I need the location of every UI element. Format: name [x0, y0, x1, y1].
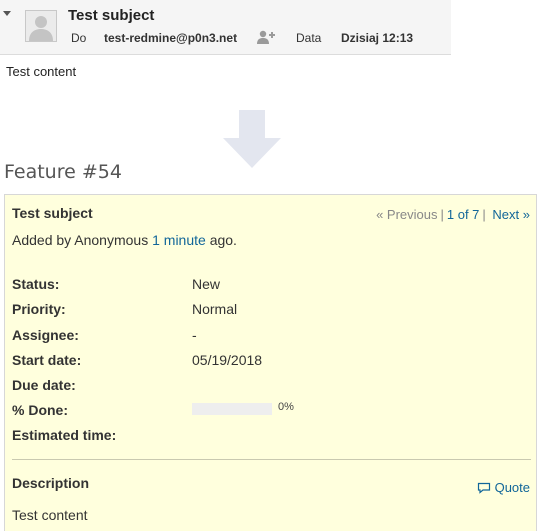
- to-label: Do: [71, 31, 87, 45]
- status-label: Status:: [12, 276, 60, 292]
- author-prefix: Added by Anonymous: [12, 232, 153, 248]
- issue-details: Test subject « Previous | 1 of 7 | Next » A…: [4, 194, 537, 531]
- caret-down-icon[interactable]: [3, 11, 11, 16]
- date-label: Data: [296, 31, 322, 45]
- start-date-label: Start date:: [12, 352, 82, 368]
- assignee-value: -: [192, 327, 197, 343]
- email-subject: Test subject: [68, 7, 155, 24]
- avatar: [25, 10, 57, 42]
- previous-link[interactable]: « Previous: [376, 207, 437, 222]
- start-date-value: 05/19/2018: [192, 352, 263, 368]
- next-link[interactable]: Next »: [492, 207, 530, 222]
- issue-subject: Test subject: [12, 205, 93, 221]
- email-body: Test content: [6, 64, 77, 79]
- author-line: Added by Anonymous 1 minute ago.: [12, 232, 237, 248]
- issue-title: Feature #54: [4, 161, 122, 183]
- nav-separator: |: [482, 207, 486, 222]
- done-label: % Done:: [12, 402, 68, 418]
- status-value: New: [192, 276, 221, 292]
- priority-label: Priority:: [12, 301, 66, 317]
- down-arrow-icon: [223, 110, 281, 168]
- to-address[interactable]: test-redmine@p0n3.net: [104, 31, 237, 45]
- quote-button[interactable]: Quote: [477, 480, 530, 495]
- nav-separator: |: [440, 207, 444, 222]
- due-date-label: Due date:: [12, 377, 76, 393]
- author-suffix: ago.: [205, 232, 237, 248]
- add-person-icon[interactable]: [257, 29, 275, 45]
- quote-label[interactable]: Quote: [495, 480, 530, 495]
- done-percent: 0%: [278, 401, 294, 413]
- user-silhouette-icon: [29, 16, 53, 41]
- done-progress-bar: [192, 403, 272, 415]
- priority-value: Normal: [192, 301, 238, 317]
- speech-bubble-icon: [477, 482, 490, 494]
- time-link[interactable]: 1 minute: [152, 232, 206, 248]
- divider: [12, 459, 531, 460]
- issue-navigation: « Previous | 1 of 7 | Next »: [376, 207, 530, 222]
- assignee-label: Assignee:: [12, 327, 79, 343]
- issue-position-link[interactable]: 1 of 7: [447, 207, 480, 222]
- email-header: Test subject Do test-redmine@p0n3.net Da…: [0, 0, 451, 55]
- date-value: Dzisiaj 12:13: [341, 31, 414, 45]
- description-label: Description: [12, 475, 90, 491]
- estimated-time-label: Estimated time:: [12, 427, 117, 443]
- description-text: Test content: [12, 507, 88, 523]
